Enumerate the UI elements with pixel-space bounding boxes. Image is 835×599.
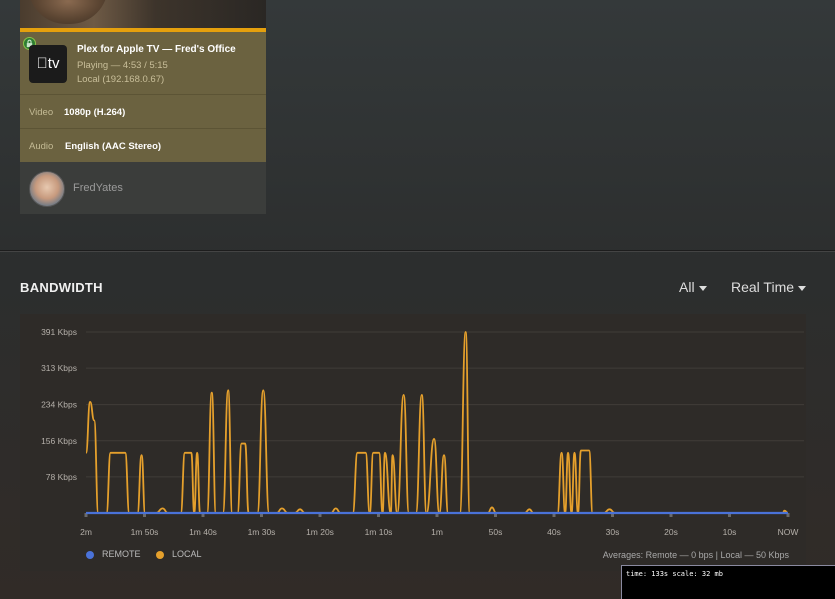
session-card[interactable]: tv Plex for Apple TV — Fred's Office Pl… — [20, 0, 266, 214]
x-tick-label: 30s — [606, 527, 620, 537]
y-tick-label: 313 Kbps — [41, 363, 77, 373]
x-tick-label: 40s — [547, 527, 561, 537]
apple-logo-icon:  — [37, 55, 48, 72]
audio-value: English (AAC Stereo) — [65, 141, 162, 152]
x-tick-label: 50s — [489, 527, 503, 537]
debug-overlay: time: 133s scale: 32 mb — [621, 565, 835, 599]
time-range-dropdown[interactable]: Real Time — [731, 279, 807, 295]
audio-row: Audio English (AAC Stereo) — [20, 128, 266, 162]
y-tick-label: 78 Kbps — [46, 472, 77, 482]
local-legend-dot — [156, 550, 164, 559]
series-line-local — [85, 331, 789, 514]
filter-dropdown-label: All — [679, 279, 695, 295]
x-tick-label: 1m 40s — [189, 527, 217, 537]
x-tick-label: 1m 20s — [306, 527, 334, 537]
remote-legend-dot — [86, 550, 94, 559]
player-info: tv Plex for Apple TV — Fred's Office Pl… — [20, 32, 266, 94]
playback-status: Playing — 4:53 / 5:15 — [77, 60, 168, 71]
y-tick-label: 391 Kbps — [41, 327, 77, 337]
filter-dropdown[interactable]: All — [679, 279, 707, 295]
username[interactable]: FredYates — [73, 182, 123, 194]
audio-label: Audio — [29, 141, 54, 152]
y-tick-label: 156 Kbps — [41, 436, 77, 446]
video-row: Video 1080p (H.264) — [20, 94, 266, 128]
x-tick-label: 1m 50s — [131, 527, 159, 537]
media-poster[interactable] — [20, 0, 266, 28]
legend-local-label: LOCAL — [172, 549, 202, 559]
legend-remote[interactable]: REMOTE — [86, 549, 141, 559]
legend-local[interactable]: LOCAL — [156, 549, 202, 559]
session-user[interactable]: FredYates — [20, 162, 266, 214]
bandwidth-chart: 391 Kbps 313 Kbps 234 Kbps 156 Kbps 78 Kbps 2… — [20, 314, 806, 571]
chevron-down-icon — [698, 285, 707, 291]
player-title: Plex for Apple TV — Fred's Office — [77, 44, 236, 55]
player-location: Local (192.168.0.67) — [77, 74, 165, 85]
x-tick-label: 1m 30s — [248, 527, 276, 537]
video-label: Video — [29, 107, 54, 118]
debug-text: time: 133s scale: 32 mb — [626, 570, 723, 578]
x-tick-label: 1m — [431, 527, 443, 537]
x-tick-label: 10s — [723, 527, 737, 537]
x-tick-label: 1m 10s — [365, 527, 393, 537]
x-tick-label: 2m — [80, 527, 92, 537]
bandwidth-chart-plot: 391 Kbps 313 Kbps 234 Kbps 156 Kbps 78 Kbps 2… — [41, 327, 804, 537]
y-tick-label: 234 Kbps — [41, 400, 77, 410]
user-avatar — [29, 171, 65, 207]
bandwidth-averages: Averages: Remote — 0 bps | Local — 50 Kb… — [602, 550, 789, 560]
video-value: 1080p (H.264) — [64, 107, 126, 118]
x-tick-label: 20s — [664, 527, 678, 537]
x-tick-label: NOW — [778, 527, 799, 537]
section-divider — [0, 250, 835, 252]
time-range-dropdown-label: Real Time — [731, 279, 795, 295]
device-icon-label: tv — [42, 55, 60, 72]
legend-remote-label: REMOTE — [102, 549, 141, 559]
poster-artwork — [28, 0, 108, 24]
chevron-down-icon — [798, 285, 807, 291]
apple-tv-icon: tv — [29, 45, 67, 83]
bandwidth-heading: BANDWIDTH — [20, 280, 103, 295]
